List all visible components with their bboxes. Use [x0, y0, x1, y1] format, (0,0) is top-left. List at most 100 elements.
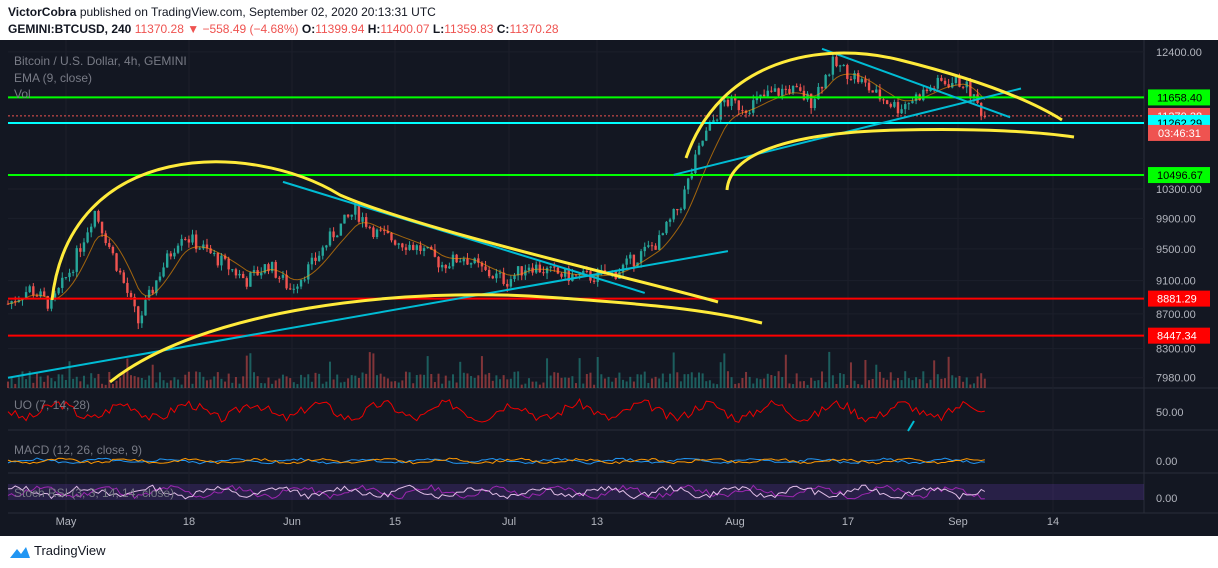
price-tag-label: 8881.29	[1157, 294, 1197, 306]
candle-body	[364, 217, 368, 227]
candle-body	[122, 272, 125, 283]
candle-body	[495, 273, 498, 279]
x-tick-label: Sep	[948, 516, 968, 528]
volume-bar	[93, 378, 96, 388]
candle-body	[151, 289, 154, 294]
volume-bar	[383, 376, 386, 388]
x-tick-label: Jul	[502, 516, 516, 528]
volume-bar	[86, 384, 89, 388]
volume-bar	[734, 383, 737, 388]
candle-body	[339, 223, 343, 236]
volume-bar	[701, 373, 704, 388]
candle-body	[491, 276, 494, 279]
candle-body	[93, 210, 97, 227]
candle-body	[238, 273, 241, 276]
volume-bar	[318, 373, 321, 388]
candle-body	[592, 280, 596, 282]
volume-bar	[654, 376, 657, 388]
candle-body	[527, 267, 531, 271]
volume-bar	[158, 372, 161, 388]
volume-bar	[39, 376, 42, 388]
volume-bar	[535, 381, 538, 388]
volume-bar	[831, 375, 834, 388]
legend-uo: UO (7, 14, 28)	[14, 398, 91, 412]
volume-bar	[520, 384, 523, 388]
candle-body	[831, 56, 835, 75]
volume-bar	[151, 364, 154, 388]
volume-bar	[506, 379, 509, 388]
down-arrow-icon: ▼	[187, 22, 200, 36]
candle-body	[658, 235, 661, 250]
volume-bar	[54, 381, 57, 388]
candle-body	[838, 65, 842, 67]
candle-body	[650, 245, 654, 247]
candle-body	[954, 76, 958, 84]
x-tick-label: Aug	[725, 516, 745, 528]
candle-body	[701, 140, 704, 146]
candle-body	[296, 286, 299, 289]
volume-bar	[224, 381, 227, 388]
candle-body	[220, 255, 223, 266]
volume-bar	[951, 375, 954, 388]
volume-bar	[947, 356, 950, 388]
candle-body	[245, 278, 248, 287]
candle-body	[68, 272, 71, 278]
candle-body	[723, 99, 726, 103]
tradingview-brand[interactable]: TradingView	[34, 543, 106, 558]
chart-area[interactable]: May 18 Jun 15 Jul 13 Aug 17 Sep 14 12400.00 10300.0…	[0, 40, 1218, 536]
tradingview-logo-icon[interactable]	[8, 544, 32, 560]
volume-bar	[14, 383, 17, 388]
candle-body	[846, 65, 849, 79]
volume-bar	[763, 378, 766, 388]
volume-bar	[839, 373, 842, 388]
candle-body	[397, 243, 400, 245]
y-tick-label: 7980.00	[1156, 373, 1196, 385]
volume-bar	[104, 384, 107, 388]
candle-body	[368, 226, 371, 228]
candle-body	[871, 90, 874, 93]
candle-body	[75, 248, 78, 272]
volume-bar	[542, 382, 545, 388]
yellow-arc	[109, 293, 763, 384]
candle-body	[629, 254, 632, 259]
author-name[interactable]: VictorCobra	[8, 5, 76, 19]
candle-body	[176, 245, 180, 253]
volume-bar	[882, 377, 885, 388]
candle-body	[437, 256, 440, 268]
candle-body	[234, 269, 238, 276]
x-tick-label: 17	[842, 516, 854, 528]
candle-body	[79, 248, 82, 252]
volume-bar	[296, 384, 299, 388]
volume-bar	[629, 376, 632, 388]
price-chart-svg[interactable]: May 18 Jun 15 Jul 13 Aug 17 Sep 14 12400.00 10300.0…	[0, 40, 1218, 536]
low-label: L:	[432, 22, 445, 36]
candle-body	[679, 208, 683, 211]
volume-bar	[433, 382, 436, 388]
volume-bar	[238, 383, 241, 388]
volume-bar	[698, 372, 701, 388]
volume-bar	[79, 381, 82, 388]
volume-bar	[766, 373, 769, 388]
volume-bar	[10, 376, 13, 388]
volume-bar	[868, 380, 871, 388]
candle-body	[770, 90, 773, 92]
candle-body	[632, 254, 636, 267]
candle-body	[100, 221, 104, 234]
volume-bar	[423, 374, 426, 388]
volume-bar	[430, 373, 433, 388]
candle-body	[328, 231, 332, 246]
candle-body	[393, 240, 397, 245]
volume-bar	[253, 372, 256, 388]
volume-bar	[198, 372, 201, 388]
volume-bar	[944, 378, 947, 388]
candle-body	[788, 88, 791, 94]
candle-body	[57, 287, 60, 294]
volume-bar	[795, 373, 798, 388]
volume-bar	[108, 371, 111, 388]
candle-body	[372, 227, 375, 238]
volume-bar	[886, 379, 889, 388]
volume-bar	[900, 380, 903, 388]
candle-body	[35, 295, 39, 297]
x-tick-label: 15	[389, 516, 401, 528]
volume-bar	[187, 371, 190, 388]
